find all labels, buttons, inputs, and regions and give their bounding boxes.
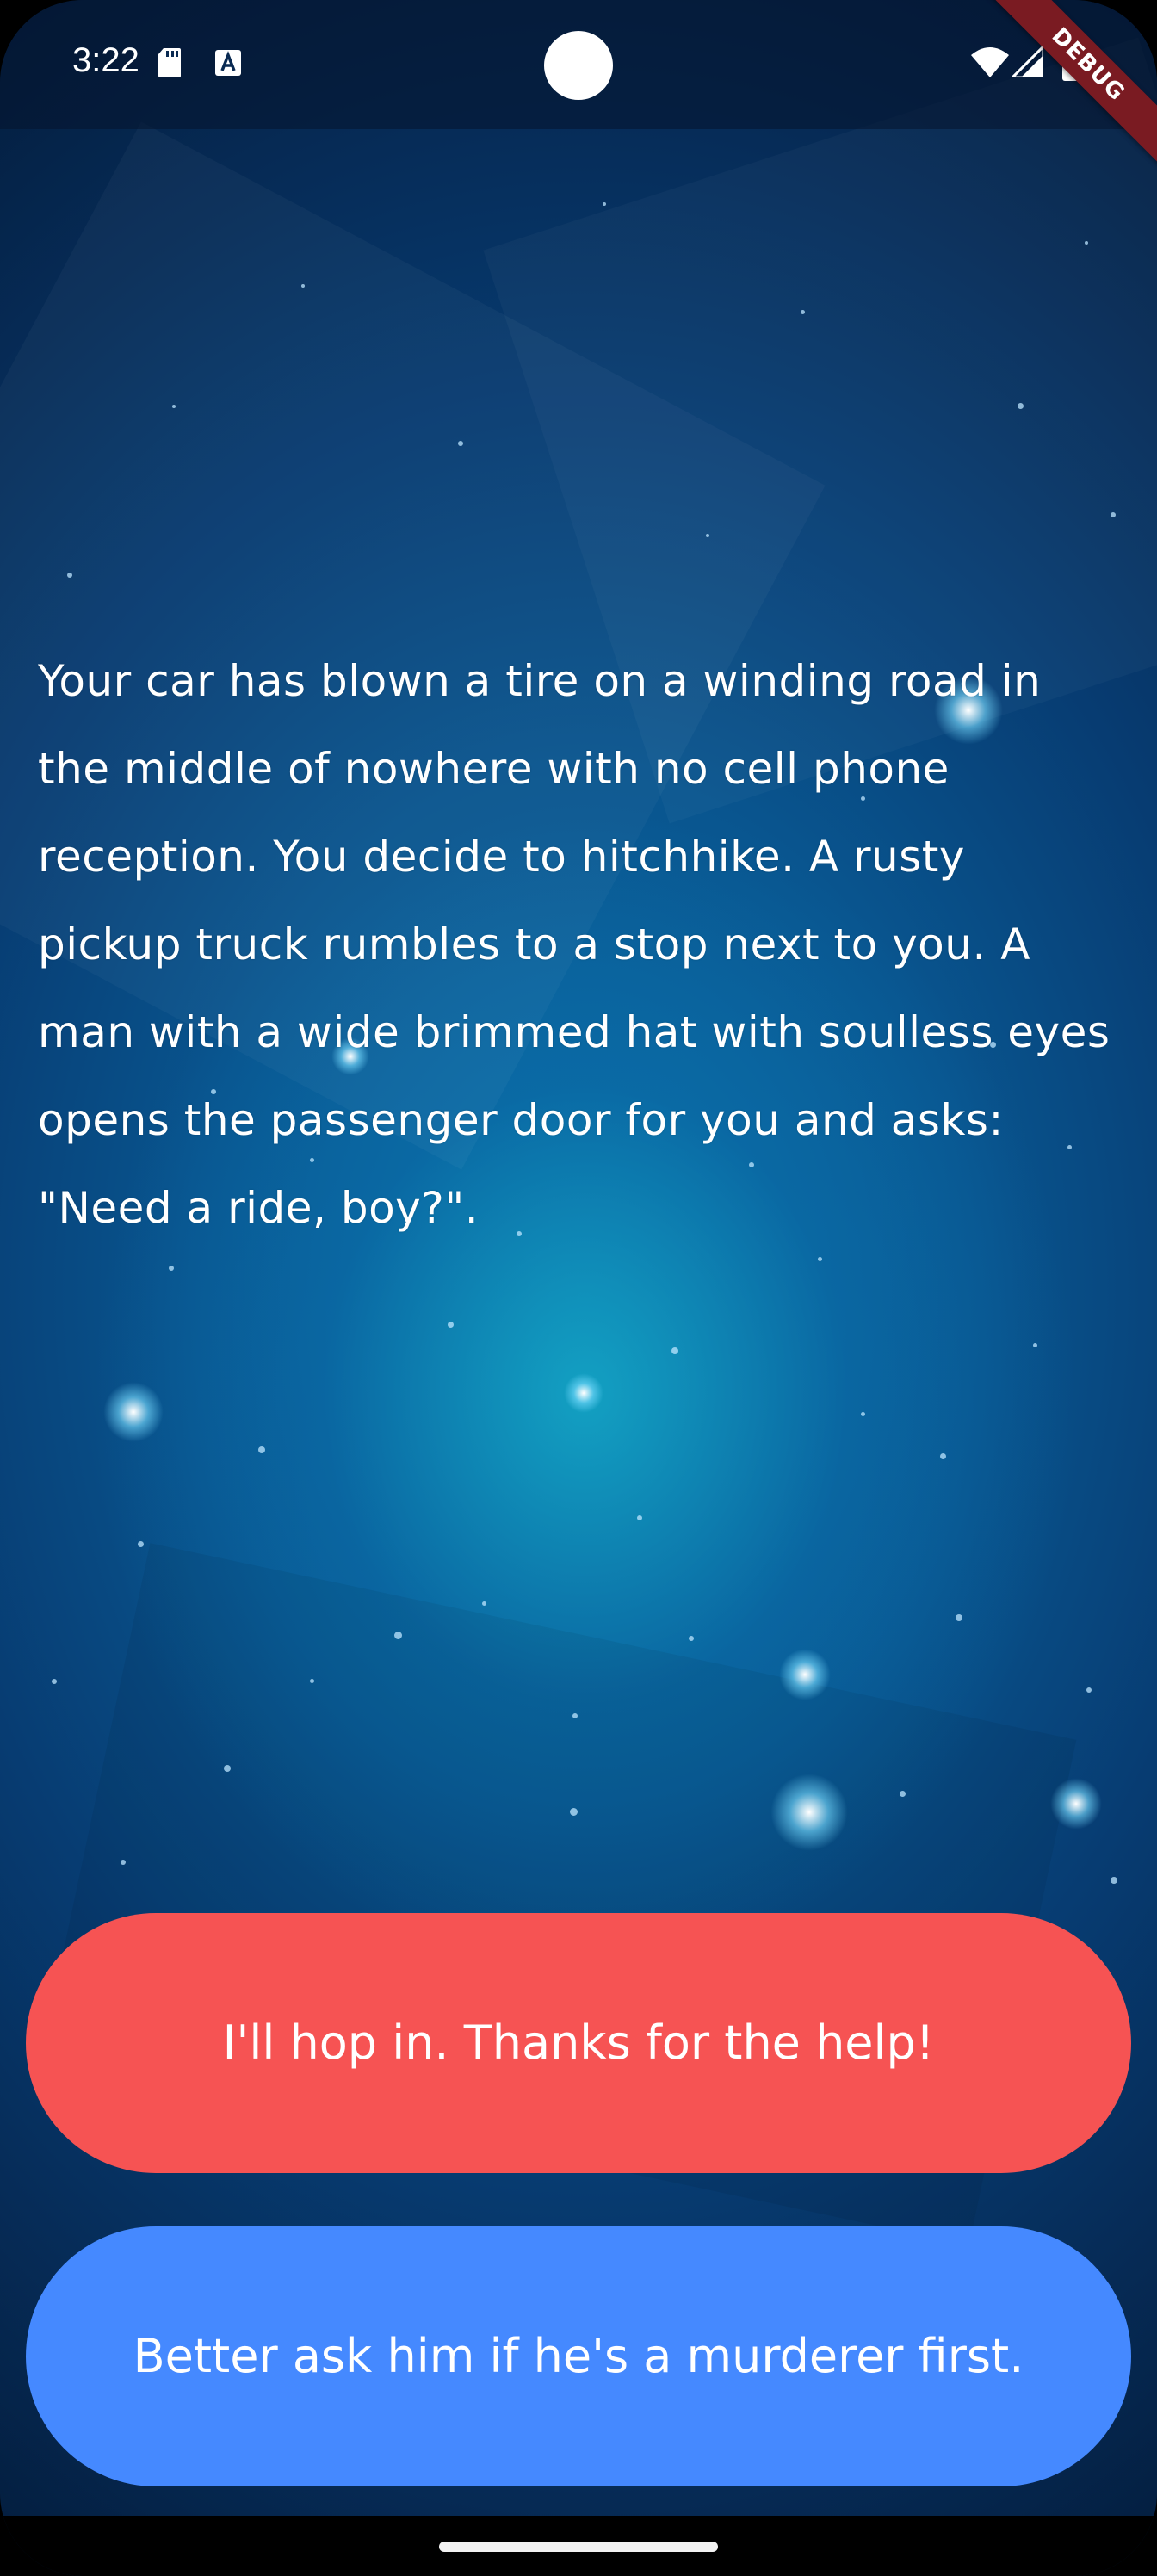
star-glow (564, 1373, 603, 1413)
status-bar: 3:22 (0, 0, 1157, 129)
wifi-icon (971, 47, 1009, 77)
choice-2-button[interactable]: Better ask him if he's a murderer first. (26, 2226, 1131, 2486)
choice-1-button[interactable]: I'll hop in. Thanks for the help! (26, 1913, 1131, 2173)
a-notification-icon (215, 50, 241, 76)
story-text: Your car has blown a tire on a winding r… (38, 656, 1111, 1233)
signal-icon (1012, 46, 1043, 77)
star-glow (779, 1649, 831, 1700)
sd-card-icon (158, 48, 181, 77)
star-glow (770, 1774, 848, 1851)
home-gesture-handle[interactable] (439, 2542, 718, 2552)
starfield-background (0, 0, 1157, 2576)
star-glow (103, 1382, 164, 1442)
camera-cutout (544, 31, 613, 100)
status-time: 3:22 (72, 41, 139, 79)
star-glow (1050, 1778, 1102, 1830)
story-screen: 3:22 DEBUG Your car has blown a tire on … (0, 0, 1157, 2576)
